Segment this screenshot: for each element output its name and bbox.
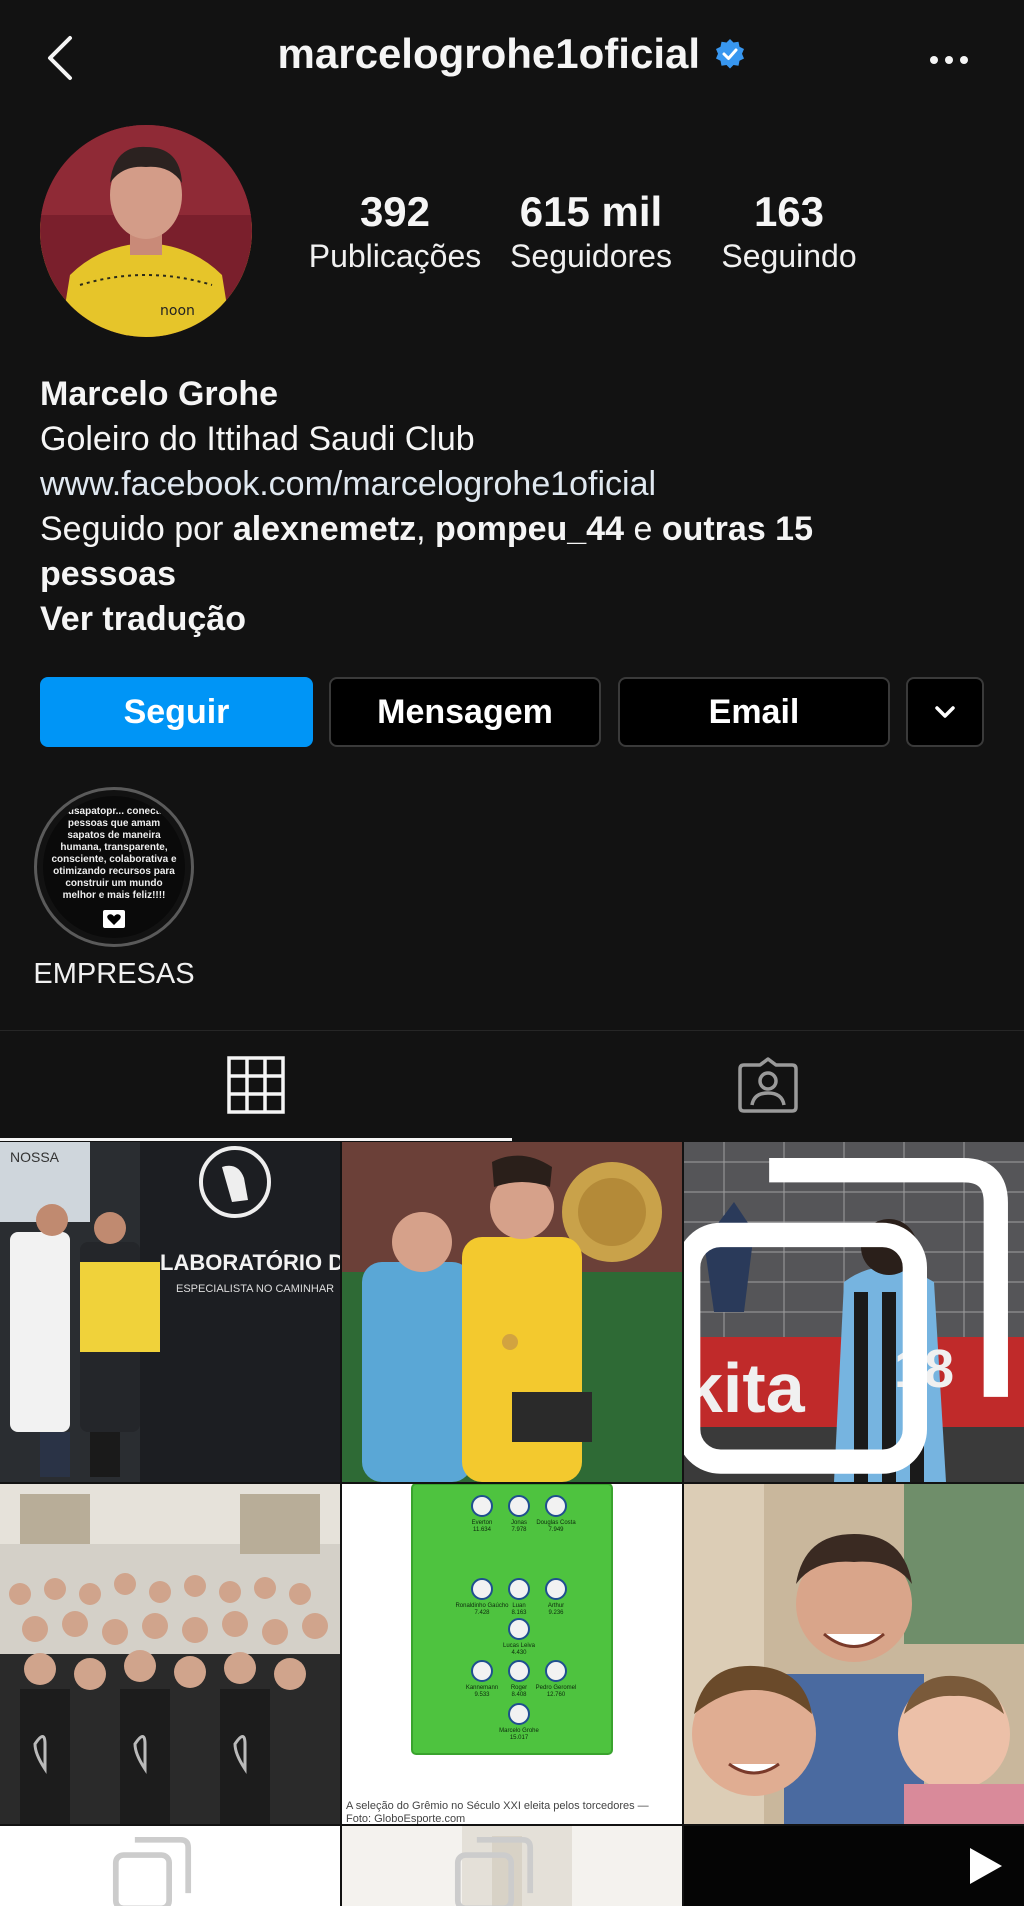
followed-by[interactable]: Seguido por alexnemetz, pompeu_44 e outr… (40, 507, 900, 597)
post-thumbnail[interactable]: Everton 11.634 Jonas 7.978 Douglas Costa 7.94… (342, 1484, 682, 1824)
email-button[interactable]: Email (618, 677, 890, 747)
following-count-label: Seguindo (721, 238, 857, 274)
username-title: marcelogrohe1oficial (277, 30, 701, 77)
player-score: 9.236 (548, 1610, 564, 1616)
player-name: Roger (511, 1685, 527, 1691)
tab-posts-grid[interactable] (0, 1031, 512, 1141)
followers-count-label: Seguidores (510, 238, 672, 274)
post-thumbnail[interactable]: kita 18 (684, 1142, 1024, 1482)
player-score: 15.017 (510, 1735, 529, 1741)
post-thumbnail[interactable] (0, 1826, 340, 1906)
grid-icon (227, 1055, 285, 1114)
followed-user-link[interactable]: pompeu_44 (435, 510, 624, 548)
follow-button[interactable]: Seguir (40, 677, 313, 747)
post-subcaption: ESPECIALISTA NO CAMINHAR (176, 1283, 334, 1295)
player-score: 4.430 (511, 1650, 527, 1656)
profile-bio: Marcelo Grohe Goleiro do Ittihad Saudi C… (40, 372, 1000, 642)
heart-box-icon (103, 910, 125, 928)
post-thumbnail[interactable] (0, 1484, 340, 1824)
separator-text: , (416, 510, 436, 548)
post-thumbnail[interactable] (342, 1826, 682, 1906)
post-caption-line-1: A seleção do Grêmio no Século XXI eleita… (346, 1800, 649, 1812)
player-avatar (471, 1578, 493, 1600)
story-highlight[interactable]: ...usapatopr... conectar pessoas que ama… (34, 787, 194, 947)
player-name: Douglas Costa (536, 1520, 576, 1526)
followed-user-link[interactable]: alexnemetz (233, 510, 416, 548)
player-score: 11.634 (473, 1527, 492, 1533)
player-name: Jonas (511, 1520, 527, 1526)
followed-by-prefix: Seguido por (40, 510, 233, 548)
avatar[interactable]: noon (40, 125, 252, 337)
player-score: 7.949 (548, 1527, 564, 1533)
post-thumbnail[interactable]: NOSSA LABORATÓRIO DO PÉ ESPECIALISTA NO … (0, 1142, 340, 1482)
following-count-value: 163 (753, 188, 825, 235)
multiple-photos-icon (454, 1836, 534, 1906)
player-name: Arthur (548, 1603, 564, 1609)
player-avatar (545, 1578, 567, 1600)
player-score: 12.760 (547, 1692, 566, 1698)
posts-count[interactable]: 392 Publicações (300, 188, 490, 276)
player-score: 8.163 (511, 1610, 527, 1616)
post-thumbnail[interactable] (342, 1142, 682, 1482)
player-avatar (508, 1495, 530, 1517)
player-name: Kannemann (466, 1685, 498, 1691)
player-name: Everton (472, 1520, 493, 1526)
multiple-photos-icon (112, 1836, 192, 1906)
player-avatar (508, 1578, 530, 1600)
post-thumbnail[interactable] (684, 1826, 1024, 1906)
profile-description: Goleiro do Ittihad Saudi Club (40, 420, 475, 458)
highlight-cover: ...usapatopr... conectar pessoas que ama… (43, 796, 185, 938)
post-caption-line-2: Foto: GloboEsporte.com (346, 1813, 465, 1824)
player-name: Lucas Leiva (503, 1643, 536, 1649)
svg-text:noon: noon (160, 303, 195, 319)
player-name: Marcelo Grohe (499, 1728, 539, 1734)
profile-header: marcelogrohe1oficial (0, 0, 1024, 118)
player-avatar (508, 1703, 530, 1725)
video-play-icon (970, 1848, 1002, 1884)
posts-count-value: 392 (359, 188, 431, 235)
posts-count-label: Publicações (308, 238, 482, 274)
player-score: 7.978 (511, 1527, 527, 1533)
conjunction-text: e (624, 510, 662, 548)
followers-count-value: 615 mil (519, 188, 663, 235)
profile-name: Marcelo Grohe (40, 375, 279, 413)
post-thumbnail[interactable] (684, 1484, 1024, 1824)
following-count[interactable]: 163 Seguindo (694, 188, 884, 276)
followers-count[interactable]: 615 mil Seguidores (496, 188, 686, 276)
suggestions-dropdown-button[interactable] (906, 677, 984, 747)
player-avatar (508, 1618, 530, 1640)
message-button[interactable]: Mensagem (329, 677, 601, 747)
player-name: Luan (512, 1603, 525, 1609)
chevron-down-icon (935, 706, 955, 718)
highlight-label: EMPRESAS (33, 958, 195, 990)
tab-tagged[interactable] (512, 1031, 1024, 1139)
highlight-cover-text: ...usapatopr... conectar pessoas que ama… (51, 806, 177, 901)
player-avatar (471, 1495, 493, 1517)
verified-badge-icon (714, 38, 746, 70)
player-avatar (508, 1660, 530, 1682)
profile-tabs (0, 1030, 1024, 1141)
post-corner-text: NOSSA (10, 1149, 60, 1165)
player-score: 7.428 (474, 1610, 490, 1616)
see-translation-link[interactable]: Ver tradução (40, 597, 1000, 642)
player-avatar (545, 1660, 567, 1682)
player-avatar (471, 1660, 493, 1682)
player-name: Pedro Geromel (536, 1685, 577, 1691)
post-caption: LABORATÓRIO DO PÉ (160, 1250, 340, 1275)
header-title: marcelogrohe1oficial (0, 30, 1024, 78)
player-avatar (545, 1495, 567, 1517)
player-name: Ronaldinho Gaúcho (455, 1603, 509, 1609)
ellipsis-icon[interactable] (924, 40, 974, 80)
multiple-photos-icon (684, 1158, 1008, 1474)
player-score: 9.533 (474, 1692, 490, 1698)
player-score: 8.408 (511, 1692, 527, 1698)
profile-website-link[interactable]: www.facebook.com/marcelogrohe1oficial (40, 462, 1000, 507)
tagged-person-icon (738, 1057, 798, 1113)
